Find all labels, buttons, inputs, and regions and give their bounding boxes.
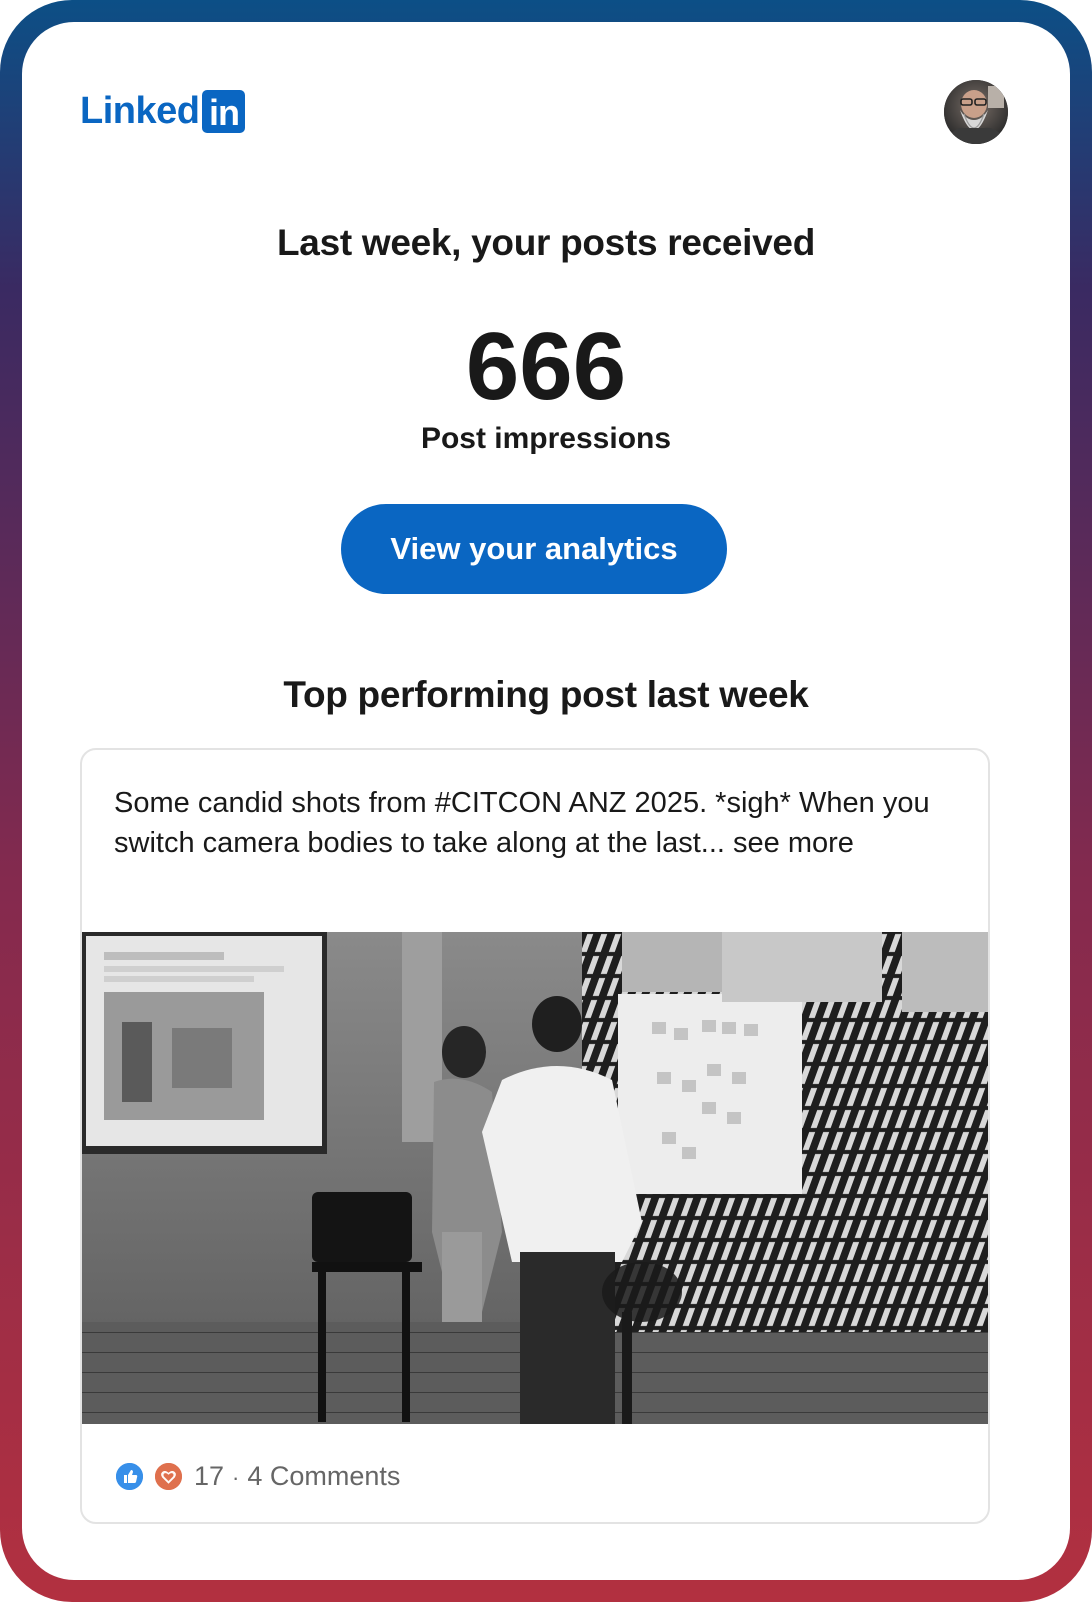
comments-link[interactable]: 4 Comments — [247, 1461, 400, 1491]
see-more-link[interactable]: see more — [733, 827, 854, 859]
summary-headline: Last week, your posts received — [276, 222, 815, 263]
email-card: Linked in Last week, your posts received… — [22, 22, 1070, 1580]
top-post-card[interactable]: Some candid shots from #CITCON ANZ 2025.… — [80, 748, 990, 1524]
avatar[interactable] — [944, 80, 1008, 144]
logo-in-box: in — [202, 89, 246, 133]
love-reaction-icon — [153, 1460, 184, 1492]
linkedin-logo[interactable]: Linked in — [80, 89, 246, 133]
view-analytics-button[interactable]: View your analytics — [341, 504, 727, 594]
user-avatar-icon — [944, 80, 1008, 144]
post-engagement: 17 · 4 Comments — [114, 1456, 400, 1496]
post-photo[interactable] — [82, 932, 988, 1424]
like-reaction-icon — [114, 1460, 145, 1492]
reactions-count[interactable]: 17 — [194, 1461, 224, 1491]
post-photo-icon — [82, 932, 988, 1424]
separator-dot: · — [232, 1464, 240, 1490]
impressions-label: Post impressions — [420, 422, 672, 455]
engagement-summary: 17 · 4 Comments — [194, 1461, 400, 1492]
top-post-title: Top performing post last week — [283, 674, 809, 715]
impressions-value: 666 — [465, 313, 627, 420]
post-text: Some candid shots from #CITCON ANZ 2025.… — [114, 784, 964, 863]
logo-wordmark: Linked — [80, 90, 200, 132]
